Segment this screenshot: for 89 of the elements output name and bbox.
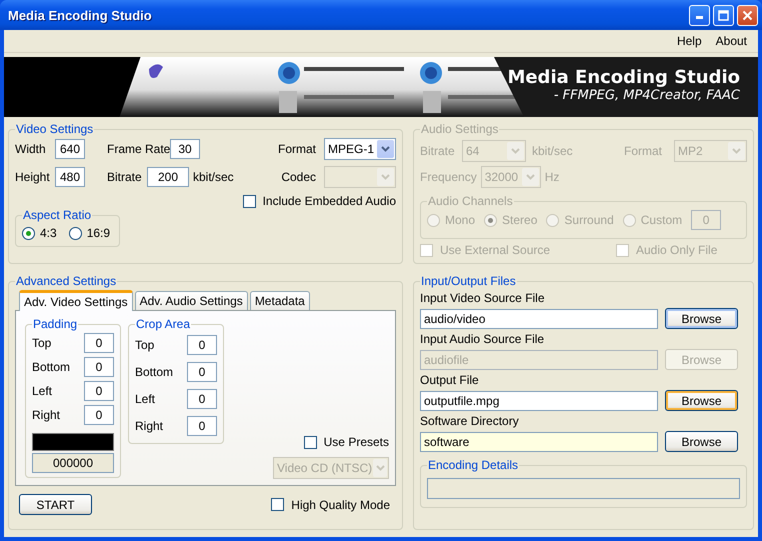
radio-label: 4:3: [40, 226, 57, 240]
field-label: Hz: [544, 170, 560, 184]
maximize-icon: [718, 10, 729, 20]
close-button[interactable]: [737, 4, 758, 26]
browse-button[interactable]: Browse: [665, 308, 738, 329]
radio-button[interactable]: [22, 226, 35, 240]
field-label: Top: [135, 338, 154, 352]
field-label: Right: [135, 418, 164, 432]
group-title: Aspect Ratio: [22, 208, 92, 222]
tab[interactable]: Adv. Audio Settings: [134, 291, 248, 310]
radio-label: Stereo: [502, 213, 538, 227]
banner-title: Media Encoding Studio: [507, 67, 740, 88]
menu-item[interactable]: About: [708, 34, 754, 48]
text-field[interactable]: outputfile.mpg: [420, 390, 658, 410]
group-title: Encoding Details: [427, 458, 520, 472]
field-label: Input Video Source File: [420, 291, 545, 305]
field-label: Frequency: [420, 170, 477, 184]
group-title: Padding: [32, 317, 78, 331]
maximize-button[interactable]: [713, 4, 734, 26]
field-label: Software Directory: [420, 414, 519, 428]
checkbox[interactable]: [271, 498, 284, 511]
text-field[interactable]: 0: [84, 381, 114, 401]
field-label: Bitrate: [420, 144, 456, 158]
banner-subtitle: - FFMPEG, MP4Creator, FAAC: [552, 88, 740, 103]
field-label: Left: [32, 384, 52, 398]
close-icon: [742, 10, 753, 20]
chevron-down-icon: [511, 148, 520, 154]
checkbox[interactable]: [242, 194, 256, 208]
group-title: Crop Area: [135, 317, 192, 331]
radio-label: 16:9: [86, 226, 110, 240]
text-field[interactable]: audio/video: [420, 308, 658, 328]
group-title: Input/Output Files: [420, 274, 517, 288]
field-label: Bottom: [135, 364, 174, 378]
minimize-button[interactable]: [689, 4, 710, 26]
radio-label: Custom: [640, 213, 682, 227]
text-field[interactable]: 200: [147, 167, 189, 187]
field-label: Height: [15, 170, 51, 184]
field-label: Input Audio Source File: [420, 332, 544, 346]
field-label: kbit/sec: [532, 144, 573, 158]
group-title: Advanced Settings: [15, 274, 118, 288]
color-swatch[interactable]: [32, 433, 114, 451]
checkbox-label: Include Embedded Audio: [262, 194, 396, 208]
checkbox[interactable]: [304, 436, 317, 448]
browse-button[interactable]: Browse: [665, 431, 738, 452]
field-label: Left: [135, 392, 156, 406]
field-label: Bitrate: [107, 170, 143, 184]
field-label: kbit/sec: [193, 170, 234, 184]
field-label: Top: [32, 336, 52, 350]
menu-item[interactable]: Help: [670, 34, 709, 48]
chevron-down-icon: [381, 146, 390, 152]
field-label: Format: [624, 144, 662, 158]
tab[interactable]: Adv. Video Settings: [19, 290, 133, 311]
chevron-down-icon: [381, 174, 390, 180]
group-title: Audio Channels: [427, 194, 514, 208]
text-field[interactable]: 0: [84, 333, 114, 353]
field-label: Codec: [281, 170, 316, 184]
radio-label: Mono: [445, 213, 476, 227]
field-label: Width: [15, 142, 47, 156]
text-field[interactable]: 0: [84, 405, 114, 425]
chevron-down-icon: [376, 465, 385, 471]
group-title: Audio Settings: [420, 122, 500, 136]
group-title: Video Settings: [15, 122, 94, 136]
text-field[interactable]: 30: [170, 139, 200, 159]
text-field[interactable]: 0: [84, 357, 114, 377]
radio-label: Surround: [564, 213, 614, 227]
field-label: Right: [32, 408, 60, 422]
text-field[interactable]: 0: [187, 388, 217, 408]
checkbox-label: Use Presets: [324, 435, 389, 449]
field-label: Output File: [420, 373, 479, 387]
tab[interactable]: Metadata: [250, 291, 310, 310]
color-code: 000000: [32, 453, 114, 473]
dropdown[interactable]: MPEG-1: [324, 138, 396, 160]
text-field[interactable]: 480: [55, 167, 85, 187]
checkbox-label: Use External Source: [440, 243, 550, 257]
chevron-down-icon: [526, 174, 535, 180]
start-button[interactable]: START: [19, 494, 92, 515]
text-field[interactable]: 640: [55, 139, 85, 159]
text-field[interactable]: 0: [187, 334, 217, 354]
checkbox-label: Audio Only File: [636, 243, 718, 257]
text-field[interactable]: software: [420, 432, 658, 452]
chevron-down-icon: [732, 148, 741, 154]
radio-button[interactable]: [68, 226, 82, 240]
field-label: Format: [278, 142, 316, 156]
window-title: Media Encoding Studio: [8, 8, 153, 22]
browse-button[interactable]: Browse: [665, 390, 738, 411]
text-field[interactable]: 0: [187, 416, 217, 436]
text-field[interactable]: 0: [187, 362, 217, 382]
field-label: Bottom: [32, 360, 70, 374]
checkbox-label: High Quality Mode: [291, 498, 390, 512]
